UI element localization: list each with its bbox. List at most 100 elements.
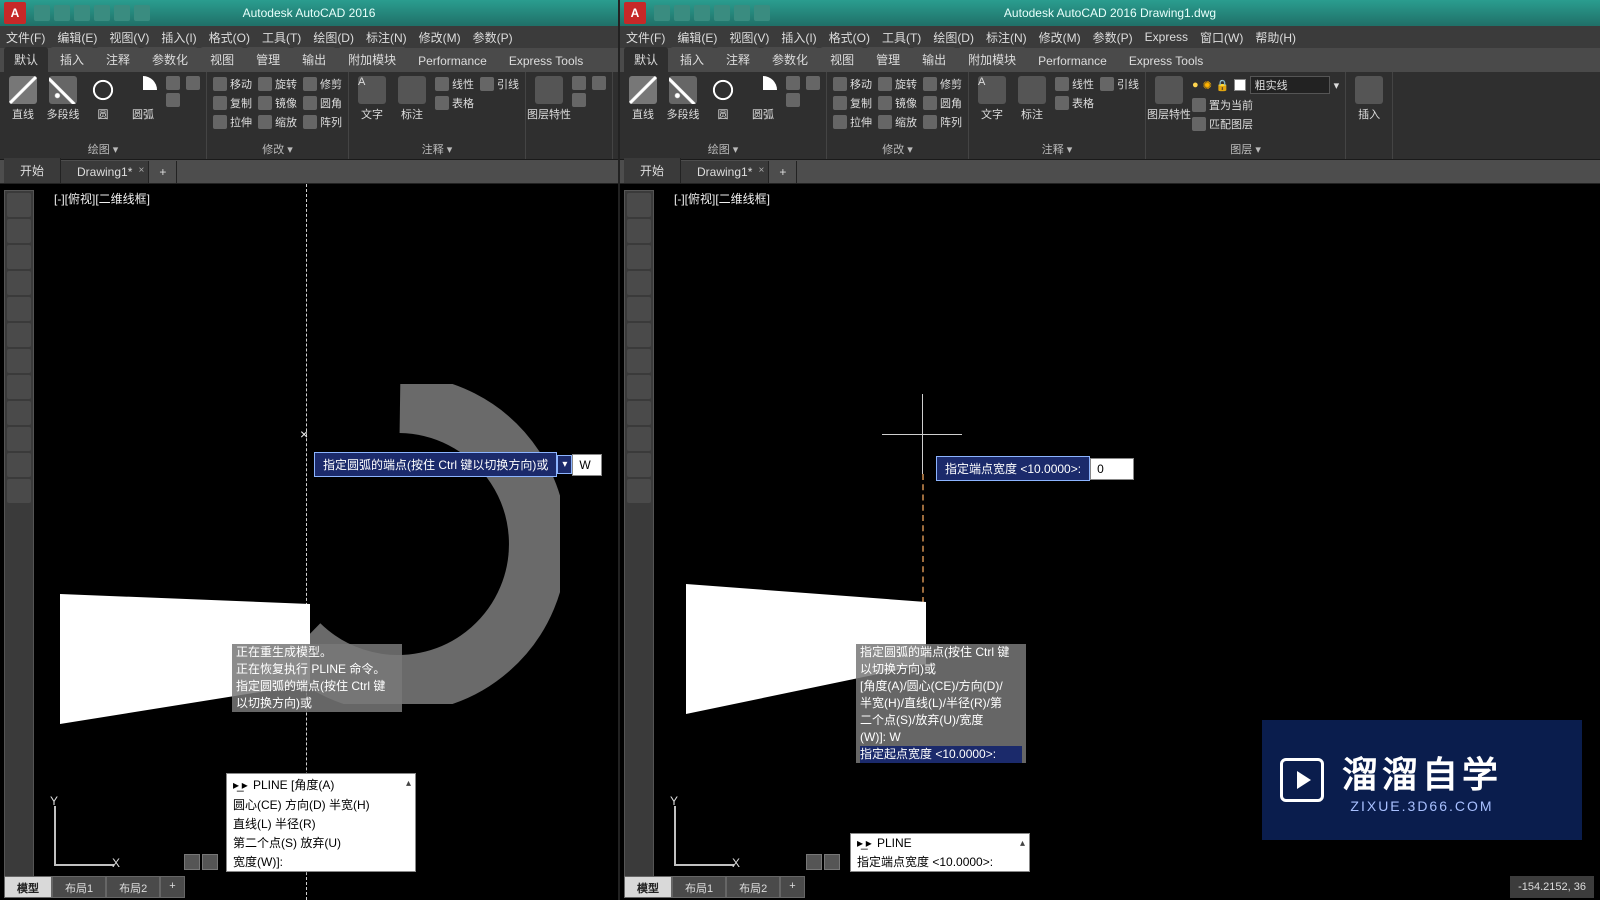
layer-state-1[interactable] xyxy=(572,76,586,90)
viewport-left[interactable]: 开始 [-][俯视][二维线框] × 指定圆弧的端点(按住 Ctrl 键以切换方… xyxy=(0,184,618,900)
customize-icon[interactable] xyxy=(202,854,218,870)
nav-tool-icon[interactable] xyxy=(7,193,31,217)
tab-layout-add[interactable]: + xyxy=(160,876,184,898)
set-current-button[interactable]: 置为当前 xyxy=(1192,97,1339,113)
ribbon-tab-insert[interactable]: 插入 xyxy=(670,47,714,72)
tab-layout1[interactable]: 布局1 xyxy=(672,876,726,898)
fillet-button[interactable]: 圆角 xyxy=(303,95,342,111)
menu-window[interactable]: 窗口(W) xyxy=(1200,29,1243,46)
tab-model[interactable]: 模型 xyxy=(4,876,52,898)
ribbon-tab-manage[interactable]: 管理 xyxy=(246,47,290,72)
rotate-button[interactable]: 旋转 xyxy=(878,76,917,92)
layer-state-2[interactable] xyxy=(592,76,606,90)
move-button[interactable]: 移动 xyxy=(213,76,252,92)
array-button[interactable]: 阵列 xyxy=(923,114,962,130)
ribbon-tab-addin[interactable]: 附加模块 xyxy=(338,47,406,72)
nav-tool-icon[interactable] xyxy=(7,453,31,477)
nav-tool-icon[interactable] xyxy=(627,479,651,503)
close-icon[interactable] xyxy=(184,854,200,870)
ribbon-tab-default[interactable]: 默认 xyxy=(624,47,668,72)
dim-button[interactable]: 标注 xyxy=(395,76,429,122)
table-button[interactable]: 表格 xyxy=(1055,95,1094,111)
ribbon-tab-perf[interactable]: Performance xyxy=(1028,50,1117,72)
nav-tool-icon[interactable] xyxy=(627,349,651,373)
ribbon-tab-output[interactable]: 输出 xyxy=(292,47,336,72)
menu-modify[interactable]: 修改(M) xyxy=(1039,29,1081,46)
chevron-down-icon[interactable]: ▾ xyxy=(1334,79,1340,92)
tab-add[interactable]: + xyxy=(769,161,797,183)
menu-format[interactable]: 格式(O) xyxy=(209,29,250,46)
stretch-button[interactable]: 拉伸 xyxy=(213,114,252,130)
ribbon-tab-default[interactable]: 默认 xyxy=(4,47,48,72)
copy-button[interactable]: 复制 xyxy=(213,95,252,111)
close-icon[interactable] xyxy=(806,854,822,870)
arc-button[interactable]: 圆弧 xyxy=(126,76,160,122)
dim-button[interactable]: 标注 xyxy=(1015,76,1049,122)
menu-dim[interactable]: 标注(N) xyxy=(366,29,407,46)
ribbon-tab-param[interactable]: 参数化 xyxy=(762,47,818,72)
nav-tool-icon[interactable] xyxy=(627,297,651,321)
scale-button[interactable]: 缩放 xyxy=(878,114,917,130)
tab-start[interactable]: 开始 xyxy=(4,158,61,183)
qat-new-icon[interactable] xyxy=(654,5,670,21)
leader-button[interactable]: 引线 xyxy=(1100,76,1139,92)
dynamic-input-field[interactable]: 0 xyxy=(1090,458,1134,480)
app-logo-icon[interactable]: A xyxy=(4,2,26,24)
close-icon[interactable]: × xyxy=(139,165,145,176)
spline-button[interactable] xyxy=(166,76,180,90)
rotate-button[interactable]: 旋转 xyxy=(258,76,297,92)
ribbon-tab-annot[interactable]: 注释 xyxy=(716,47,760,72)
ribbon-tab-manage[interactable]: 管理 xyxy=(866,47,910,72)
linetype-button[interactable]: 线性 xyxy=(435,76,474,92)
menu-tools[interactable]: 工具(T) xyxy=(882,29,921,46)
ribbon-tab-view[interactable]: 视图 xyxy=(200,47,244,72)
menu-tools[interactable]: 工具(T) xyxy=(262,29,301,46)
line-button[interactable]: 直线 xyxy=(6,76,40,122)
panel-annot-title[interactable]: 注释 ▾ xyxy=(975,141,1139,157)
menu-view[interactable]: 视图(V) xyxy=(109,29,149,46)
circle-button[interactable]: 圆 xyxy=(706,76,740,122)
viewport-right[interactable]: 开始 [-][俯视][二维线框] 指定端点宽度 <10.0000>: 0 指定圆… xyxy=(620,184,1600,900)
qat-redo-icon[interactable] xyxy=(734,5,750,21)
panel-draw-title[interactable]: 绘图 ▾ xyxy=(626,141,820,157)
nav-tool-icon[interactable] xyxy=(7,427,31,451)
array-button[interactable]: 阵列 xyxy=(303,114,342,130)
menu-express[interactable]: Express xyxy=(1145,30,1188,44)
hatch-button[interactable] xyxy=(166,93,180,107)
nav-tool-icon[interactable] xyxy=(7,479,31,503)
viewport-label[interactable]: [-][俯视][二维线框] xyxy=(674,190,770,207)
menu-modify[interactable]: 修改(M) xyxy=(419,29,461,46)
pline-button[interactable]: 多段线 xyxy=(666,76,700,122)
ribbon-tab-annot[interactable]: 注释 xyxy=(96,47,140,72)
tab-model[interactable]: 模型 xyxy=(624,876,672,898)
ribbon-tab-output[interactable]: 输出 xyxy=(912,47,956,72)
tab-layout-add[interactable]: + xyxy=(780,876,804,898)
ellipse-button[interactable] xyxy=(186,76,200,90)
command-line[interactable]: ▴ ▸_▸ PLINE 指定端点宽度 <10.0000>: xyxy=(850,833,1030,872)
nav-tool-icon[interactable] xyxy=(627,401,651,425)
spline-button[interactable] xyxy=(786,76,800,90)
fillet-button[interactable]: 圆角 xyxy=(923,95,962,111)
menu-draw[interactable]: 绘图(D) xyxy=(933,29,974,46)
qat-save-icon[interactable] xyxy=(694,5,710,21)
nav-tool-icon[interactable] xyxy=(7,271,31,295)
qat-open-icon[interactable] xyxy=(674,5,690,21)
text-button[interactable]: A文字 xyxy=(355,76,389,122)
nav-tool-icon[interactable] xyxy=(627,427,651,451)
chevron-up-icon[interactable]: ▴ xyxy=(406,778,411,789)
nav-tool-icon[interactable] xyxy=(627,193,651,217)
panel-modify-title[interactable]: 修改 ▾ xyxy=(833,141,962,157)
qat-redo-icon[interactable] xyxy=(114,5,130,21)
stretch-button[interactable]: 拉伸 xyxy=(833,114,872,130)
mirror-button[interactable]: 镜像 xyxy=(878,95,917,111)
copy-button[interactable]: 复制 xyxy=(833,95,872,111)
qat-undo-icon[interactable] xyxy=(714,5,730,21)
qat-print-icon[interactable] xyxy=(754,5,770,21)
qat-save-icon[interactable] xyxy=(74,5,90,21)
tab-add[interactable]: + xyxy=(149,161,177,183)
nav-tool-icon[interactable] xyxy=(627,375,651,399)
nav-tool-icon[interactable] xyxy=(627,271,651,295)
viewport-label[interactable]: [-][俯视][二维线框] xyxy=(54,190,150,207)
menu-insert[interactable]: 插入(I) xyxy=(781,29,816,46)
ellipse-button[interactable] xyxy=(806,76,820,90)
